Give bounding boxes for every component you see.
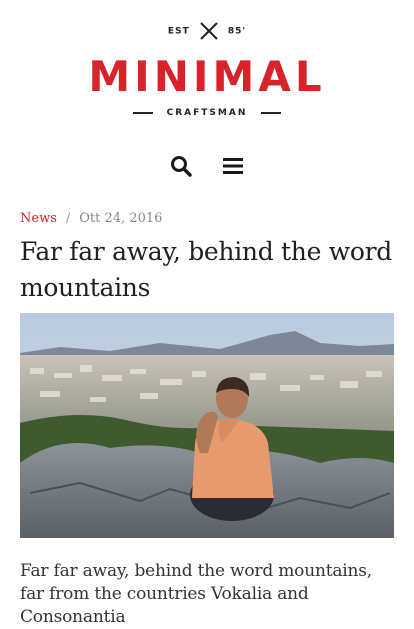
post-excerpt: Far far away, behind the word mountains,…	[20, 561, 372, 627]
menu-icon	[223, 158, 243, 174]
site-header: EST 85' MINIMAL CRAFTSMAN	[0, 0, 414, 135]
tagline-dash-right	[260, 111, 281, 114]
logo-established: EST 85'	[0, 20, 414, 42]
post-featured-image[interactable]	[20, 313, 394, 538]
logo-est-text: EST	[167, 26, 190, 37]
crossed-tools-icon	[200, 22, 218, 40]
meta-separator: /	[65, 211, 71, 226]
site-logo[interactable]: MINIMAL	[0, 56, 414, 98]
logo-tagline: CRAFTSMAN	[0, 108, 414, 118]
logo-year-text: 85'	[227, 26, 247, 37]
post-date: Ott 24, 2016	[79, 211, 163, 226]
main-nav	[0, 150, 414, 182]
post-category-link[interactable]: News	[20, 211, 57, 226]
search-button[interactable]	[169, 154, 193, 178]
menu-button[interactable]	[221, 154, 245, 178]
search-icon	[171, 156, 192, 177]
post-title[interactable]: Far far away, behind the word mountains	[20, 234, 394, 306]
post-meta: News / Ott 24, 2016	[20, 211, 162, 226]
tagline-text: CRAFTSMAN	[166, 108, 248, 118]
featured-photo	[20, 313, 394, 538]
tagline-dash-left	[133, 111, 154, 114]
